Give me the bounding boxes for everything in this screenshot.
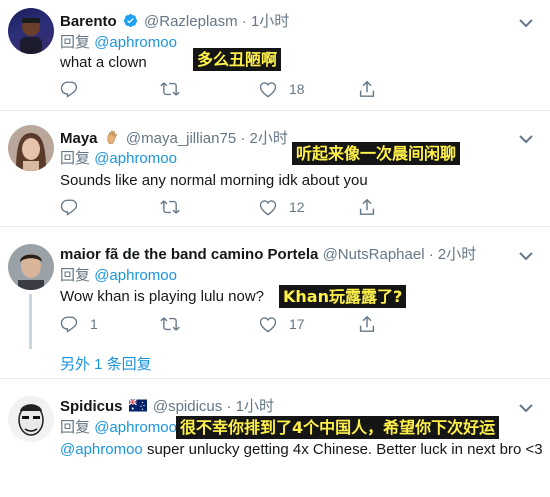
tweet-text-body: super unlucky getting 4x Chinese. Better…	[142, 441, 543, 458]
thread-line	[29, 294, 32, 349]
display-name[interactable]: Spidicus	[60, 398, 123, 415]
separator-dot: ·	[240, 130, 246, 147]
handle[interactable]: @spidicus	[153, 398, 222, 415]
tweet-3[interactable]: maior fã de the band camino Portela @Nut…	[0, 227, 550, 379]
reply-mention[interactable]: @aphromoo	[94, 267, 177, 284]
more-options-button[interactable]	[516, 399, 536, 417]
translation-caption: Khan玩露露了?	[279, 285, 407, 308]
display-name[interactable]: Barento	[60, 13, 117, 30]
handle[interactable]: @maya_jillian75	[126, 130, 236, 147]
share-button[interactable]	[359, 314, 375, 334]
like-button[interactable]: 18	[259, 79, 305, 99]
like-count: 17	[289, 316, 305, 332]
tweet-text: what a clown	[60, 54, 147, 71]
avatar-nutsraphael[interactable]	[8, 244, 54, 290]
tweet-header: maior fã de the band camino Portela @Nut…	[60, 246, 476, 264]
share-button[interactable]	[359, 197, 375, 217]
translation-caption: 很不幸你排到了4个中国人，希望你下次好运	[176, 416, 500, 439]
like-button[interactable]: 17	[259, 314, 305, 334]
tweet-4[interactable]: Spidicus @spidicus · 1小时 回复 @aphromoo 很不…	[0, 379, 550, 497]
tweet-actions: 18	[60, 79, 400, 99]
handle[interactable]: @Razleplasm	[144, 13, 238, 30]
tweet-actions: 12	[60, 197, 400, 217]
reply-prefix: 回复	[60, 150, 91, 167]
reply-prefix: 回复	[60, 419, 91, 436]
avatar-spidicus[interactable]	[8, 396, 54, 442]
chevron-down-icon	[519, 404, 533, 413]
handle[interactable]: @NutsRaphael	[323, 246, 425, 263]
reply-button[interactable]	[60, 197, 78, 217]
avatar-barento[interactable]	[8, 8, 54, 54]
tweet-text: Sounds like any normal morning idk about…	[60, 172, 368, 189]
hand-emoji-icon	[107, 130, 117, 144]
retweet-icon	[160, 317, 180, 331]
reply-button[interactable]: 1	[60, 314, 98, 334]
verified-badge-icon	[123, 13, 137, 28]
separator-dot: ·	[241, 13, 247, 30]
chevron-down-icon	[519, 135, 533, 144]
tweet-header: Spidicus @spidicus · 1小时	[60, 398, 274, 416]
reply-prefix: 回复	[60, 34, 91, 51]
more-options-button[interactable]	[516, 14, 536, 32]
tweet-header: Maya @maya_jillian75 · 2小时	[60, 129, 288, 148]
like-icon	[259, 316, 277, 332]
retweet-button[interactable]	[160, 79, 180, 99]
more-options-button[interactable]	[516, 247, 536, 265]
display-name[interactable]: Maya	[60, 130, 98, 147]
translation-caption: 多么丑陋啊	[193, 48, 282, 71]
chevron-down-icon	[519, 19, 533, 28]
timestamp[interactable]: 1小时	[251, 13, 289, 30]
retweet-icon	[160, 82, 180, 96]
reply-mention[interactable]: @aphromoo	[94, 150, 177, 167]
share-icon	[359, 198, 375, 215]
retweet-button[interactable]	[160, 314, 180, 334]
chevron-down-icon	[519, 252, 533, 261]
separator-dot: ·	[428, 246, 434, 263]
replying-to: 回复 @aphromoo	[60, 34, 177, 52]
reply-prefix: 回复	[60, 267, 91, 284]
tweet-actions: 1 17	[60, 314, 400, 334]
retweet-icon	[160, 200, 180, 214]
tweet-text: Wow khan is playing lulu now?	[60, 288, 265, 305]
avatar-maya[interactable]	[8, 125, 54, 171]
show-more-replies-link[interactable]: 另外 1 条回复	[60, 356, 152, 374]
like-icon	[259, 81, 277, 97]
share-button[interactable]	[359, 79, 375, 99]
timestamp[interactable]: 2小时	[438, 246, 476, 263]
replying-to: 回复 @aphromoo	[60, 267, 177, 285]
like-count: 18	[289, 81, 305, 97]
like-button[interactable]: 12	[259, 197, 305, 217]
timestamp[interactable]: 1小时	[236, 398, 274, 415]
reply-icon	[60, 81, 78, 98]
more-options-button[interactable]	[516, 130, 536, 148]
translation-caption: 听起来像一次晨间闲聊	[292, 142, 461, 165]
tweet-1[interactable]: Barento @Razleplasm · 1小时 回复 @aphromoo w…	[0, 0, 550, 111]
reply-mention[interactable]: @aphromoo	[94, 34, 177, 51]
separator-dot: ·	[226, 398, 232, 415]
tweet-header: Barento @Razleplasm · 1小时	[60, 13, 289, 31]
like-icon	[259, 199, 277, 215]
share-icon	[359, 315, 375, 332]
replying-to: 回复 @aphromoo	[60, 150, 177, 168]
timestamp[interactable]: 2小时	[250, 130, 288, 147]
share-icon	[359, 80, 375, 97]
reply-icon	[60, 316, 78, 333]
reply-count: 1	[90, 316, 98, 332]
tweet-text: @aphromoo super unlucky getting 4x Chine…	[60, 441, 543, 459]
display-name[interactable]: maior fã de the band camino Portela	[60, 246, 318, 263]
replying-to: 回复 @aphromoo	[60, 419, 177, 437]
retweet-button[interactable]	[160, 197, 180, 217]
text-mention[interactable]: @aphromoo	[60, 441, 143, 458]
reply-mention[interactable]: @aphromoo	[94, 419, 177, 436]
reply-icon	[60, 199, 78, 216]
australia-flag-icon	[128, 399, 147, 412]
like-count: 12	[289, 199, 305, 215]
tweet-2[interactable]: Maya @maya_jillian75 · 2小时 回复 @aphromoo …	[0, 111, 550, 227]
reply-button[interactable]	[60, 79, 78, 99]
